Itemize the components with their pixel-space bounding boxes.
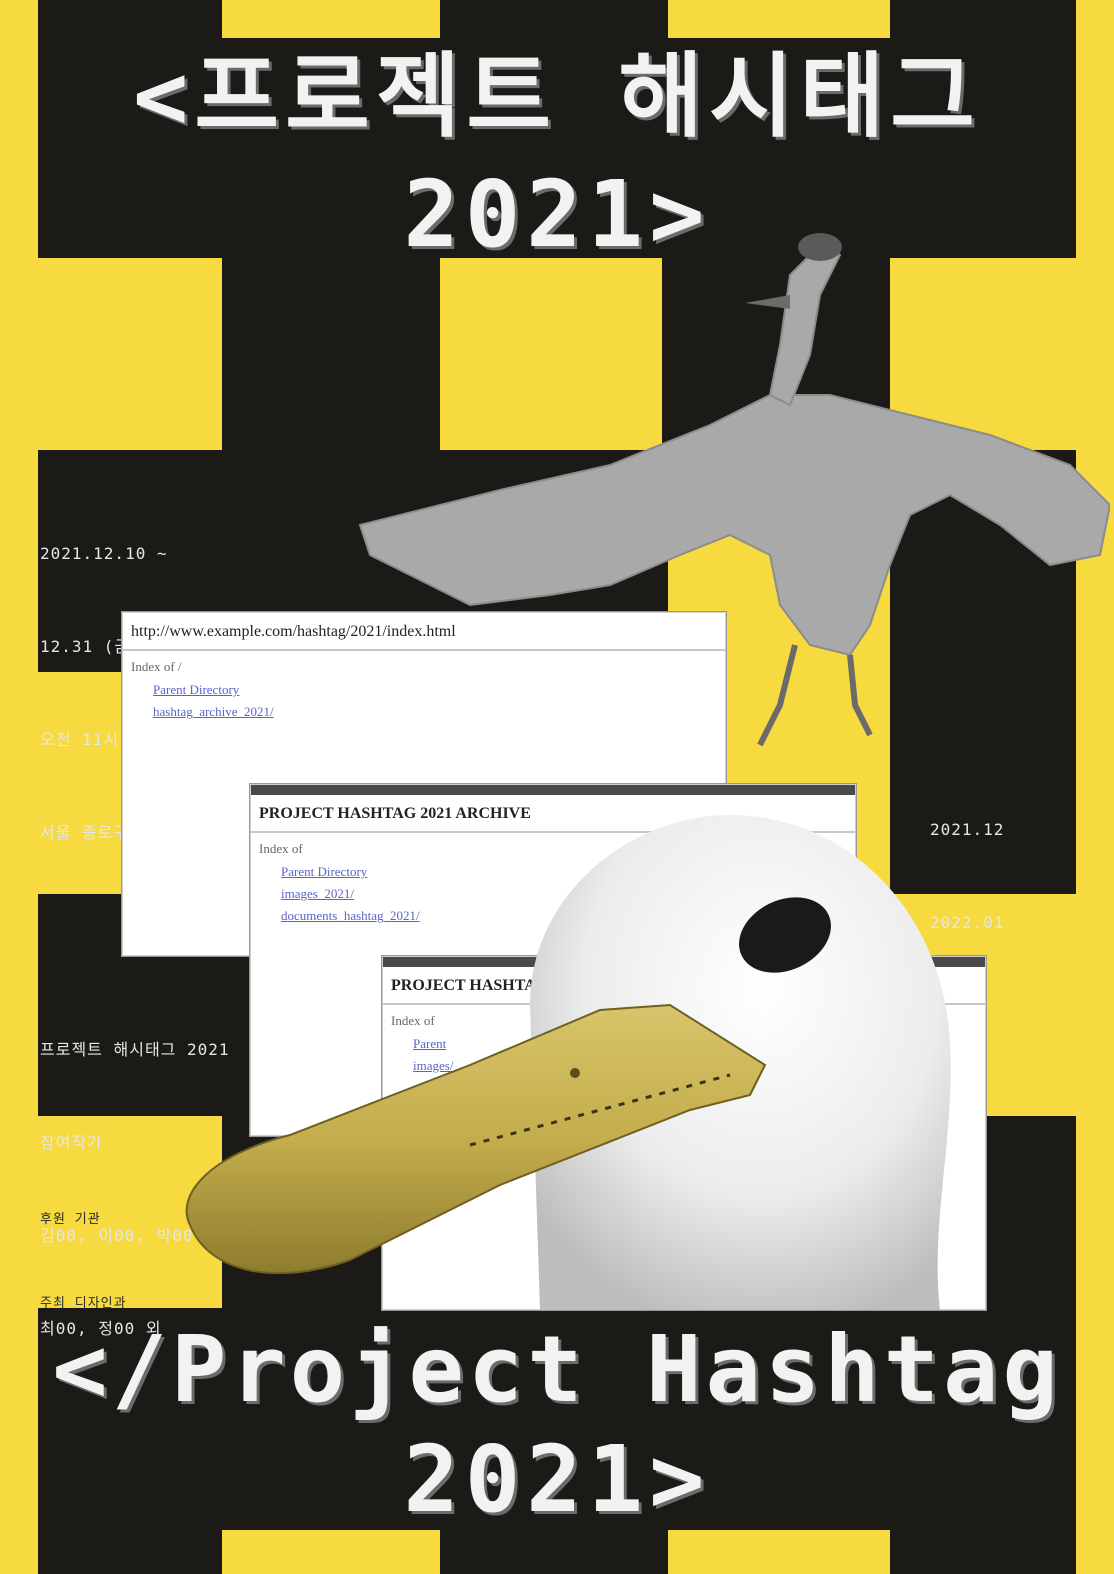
browser-url: http://www.example.com/hashtag/2021/inde… (131, 623, 456, 640)
info-line: 후원 기관 (40, 1212, 101, 1227)
browser-heading: Index of / (131, 659, 182, 674)
yellow-block (668, 0, 890, 38)
browser-link[interactable]: Parent Directory (123, 679, 725, 701)
info-line: 2021.12.10 ~ (40, 544, 168, 563)
yellow-block (222, 1530, 440, 1574)
title-korean: <프로젝트 해시태그 (133, 43, 981, 150)
info-line: 주최 디자인과 (40, 1296, 127, 1311)
yellow-block (222, 0, 440, 38)
window-titlebar (251, 785, 855, 795)
title-english-year: 2021> (403, 1426, 711, 1533)
browser-link[interactable]: hashtag_archive_2021/ (123, 701, 725, 723)
divider (123, 649, 725, 651)
yellow-block (38, 258, 222, 450)
yellow-block (668, 1530, 890, 1574)
title-english: </Project Hashtag (52, 1316, 1062, 1423)
duck-head-image (185, 815, 951, 1310)
